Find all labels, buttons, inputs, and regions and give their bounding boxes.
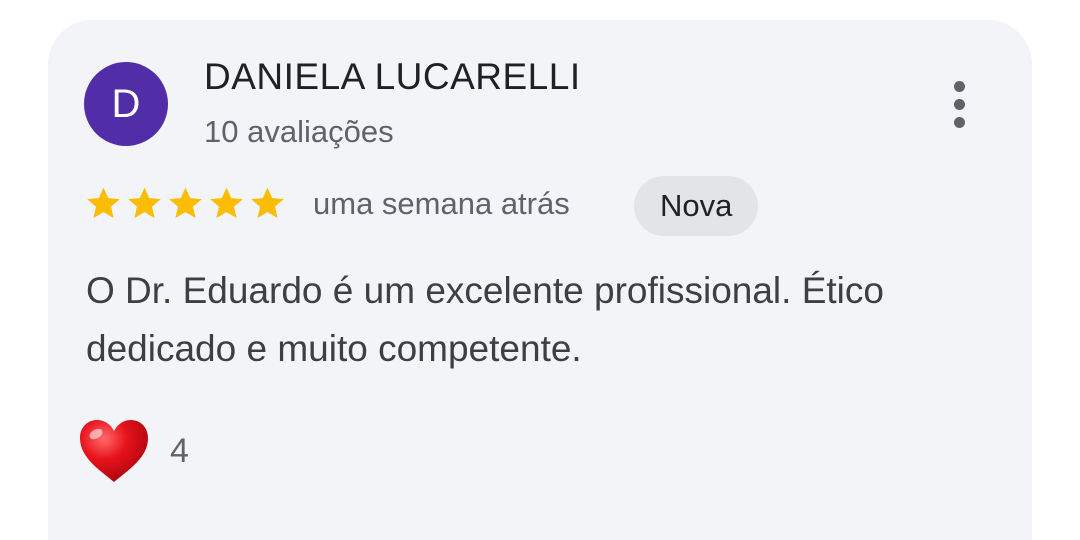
star-icon — [87, 187, 120, 218]
star-icon — [210, 187, 243, 218]
avatar[interactable]: D — [84, 62, 168, 146]
star-icon — [251, 187, 284, 218]
avatar-initial: D — [111, 82, 141, 126]
review-date: uma semana atrás — [313, 186, 570, 221]
author-name[interactable]: DANIELA LUCARELLI — [204, 56, 581, 98]
more-options-button[interactable] — [936, 74, 982, 134]
new-badge: Nova — [634, 176, 759, 236]
more-vert-icon — [953, 80, 965, 128]
star-icon — [128, 187, 161, 218]
star-icon — [169, 187, 202, 218]
reaction-button[interactable]: 4 — [78, 418, 189, 484]
review-text: O Dr. Eduardo é um excelente profissiona… — [86, 270, 884, 369]
author-review-count: 10 avaliações — [204, 114, 394, 149]
heart-icon — [80, 420, 148, 482]
star-rating — [84, 184, 287, 223]
reaction-count: 4 — [170, 431, 189, 470]
